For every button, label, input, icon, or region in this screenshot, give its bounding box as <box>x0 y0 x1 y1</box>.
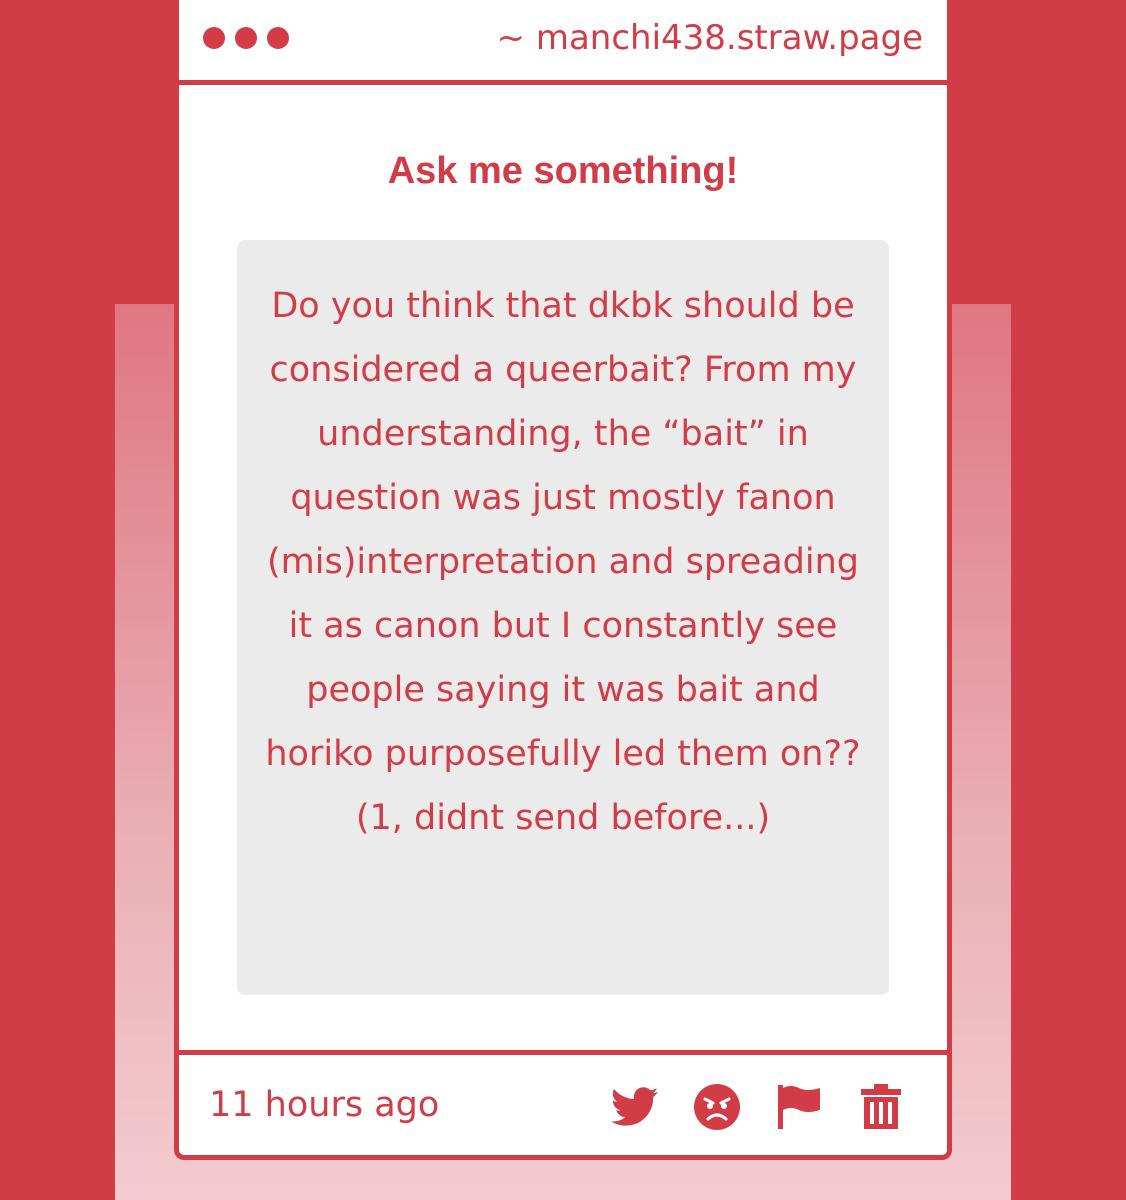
window-dot <box>203 27 225 49</box>
twitter-icon <box>611 1087 659 1126</box>
window-dot <box>235 27 257 49</box>
question-text: Do you think that dkbk should be conside… <box>237 240 889 995</box>
delete-button[interactable] <box>855 1081 907 1133</box>
timestamp: 11 hours ago <box>209 1085 440 1125</box>
share-twitter-button[interactable] <box>609 1081 661 1133</box>
question-card: ~ manchi438.straw.page Ask me something!… <box>174 0 952 1160</box>
angry-face-icon <box>694 1084 740 1130</box>
action-bar <box>579 1081 907 1133</box>
page-url[interactable]: ~ manchi438.straw.page <box>497 18 923 58</box>
window-dot <box>267 27 289 49</box>
report-button[interactable] <box>773 1081 825 1133</box>
window-header: ~ manchi438.straw.page <box>179 0 947 85</box>
window-dots <box>203 27 289 49</box>
flag-icon <box>778 1085 820 1129</box>
react-button[interactable] <box>691 1081 743 1133</box>
trash-icon <box>861 1084 901 1129</box>
page-title: Ask me something! <box>387 150 739 192</box>
card-footer: 11 hours ago <box>179 1050 947 1155</box>
